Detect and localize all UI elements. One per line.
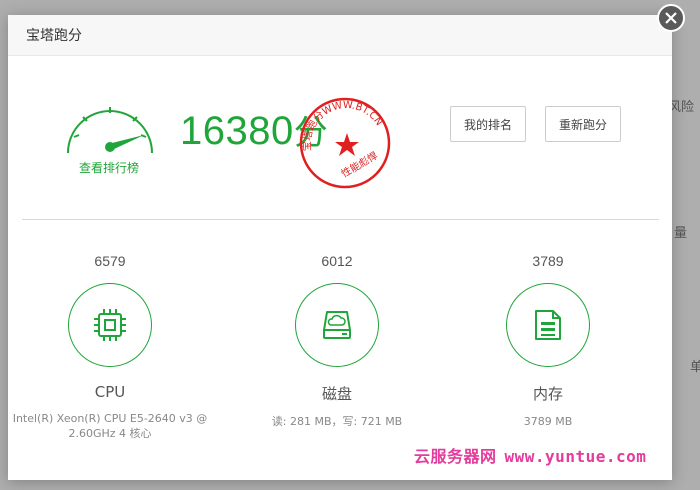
- cpu-icon: [68, 283, 152, 367]
- metric-score: 3789: [532, 253, 564, 269]
- metric-score: 6579: [94, 253, 126, 269]
- benchmark-modal: 宝塔跑分 查看排行榜 16380分 宝塔跑分WWW.BT.CN 性能彪悍 我的排…: [8, 15, 672, 480]
- view-leaderboard-link[interactable]: 查看排行榜: [64, 159, 154, 176]
- metric-name: 磁盘: [321, 385, 352, 403]
- metric-detail: Intel(R) Xeon(R) CPU E5-2640 v3 @ 2.60GH…: [12, 412, 208, 440]
- my-rank-button[interactable]: 我的排名: [450, 106, 526, 142]
- rerun-benchmark-button[interactable]: 重新跑分: [545, 106, 621, 142]
- watermark-site-name: 云服务器网: [414, 447, 497, 466]
- metric-cpu: 6579 CPU Intel(R) Xeon(R) CPU E5-2640 v3…: [10, 253, 210, 441]
- watermark: 云服务器网 www.yuntue.com: [414, 443, 646, 467]
- watermark-url: www.yuntue.com: [504, 447, 647, 466]
- close-button[interactable]: [657, 4, 685, 32]
- metric-disk: 6012 磁盘 读: 281 MB，写: 721 MB: [237, 253, 437, 429]
- metric-name: 内存: [532, 385, 563, 403]
- metric-memory: 3789 内存 3789 MB: [448, 253, 648, 429]
- metric-detail: 读: 281 MB，写: 721 MB: [271, 415, 403, 428]
- memory-icon: [506, 283, 590, 367]
- disk-icon: [295, 283, 379, 367]
- modal-title: 宝塔跑分: [26, 28, 82, 44]
- modal-header: 宝塔跑分: [8, 15, 672, 56]
- metric-score: 6012: [321, 253, 353, 269]
- metric-detail: 3789 MB: [523, 415, 573, 428]
- stamp-seal: 宝塔跑分WWW.BT.CN 性能彪悍: [295, 93, 395, 197]
- total-score-value: 16380: [180, 109, 294, 153]
- close-icon: [665, 12, 677, 24]
- speedometer-icon[interactable]: [60, 97, 160, 163]
- metric-name: CPU: [94, 383, 126, 401]
- divider: [22, 219, 659, 220]
